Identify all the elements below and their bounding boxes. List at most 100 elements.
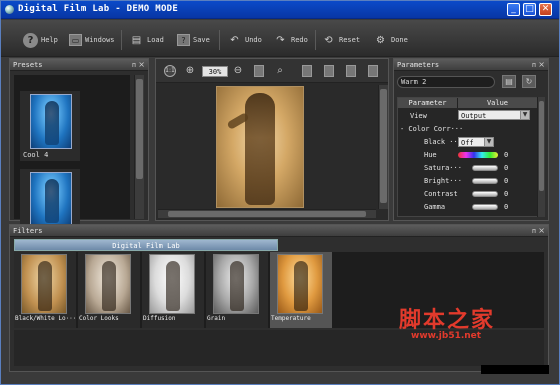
windows-button[interactable]: ▭ Windows: [69, 32, 115, 48]
undo-button[interactable]: ↶ Undo: [227, 32, 262, 48]
scrollbar-thumb[interactable]: [539, 101, 544, 191]
filter-category-tab[interactable]: Digital Film Lab: [14, 239, 278, 251]
filters-panel: Filters ᴨ × Digital Film Lab Black/White…: [9, 224, 549, 372]
save-label: Save: [193, 36, 210, 44]
param-label: View: [410, 112, 427, 120]
load-label: Load: [147, 36, 164, 44]
param-label: Satura···: [424, 164, 462, 172]
preset-name-field[interactable]: Warm 2: [397, 76, 495, 88]
zoom-level-field[interactable]: 30%: [202, 66, 228, 77]
gamma-slider[interactable]: [472, 204, 498, 210]
refresh-icon[interactable]: ↻: [522, 75, 536, 88]
parameters-scrollbar[interactable]: [537, 97, 545, 217]
param-row-brightness: Bright··· 0: [398, 175, 541, 187]
scrollbar-thumb[interactable]: [136, 79, 143, 179]
toolbar-divider: [315, 30, 316, 50]
contrast-slider[interactable]: [472, 191, 498, 197]
filter-item-selected[interactable]: Temperature: [270, 252, 332, 328]
preview-image[interactable]: [216, 86, 304, 208]
watermark-url: www.jb51.net: [411, 331, 482, 341]
filter-item[interactable]: Black/White Lo···: [14, 252, 76, 328]
param-value: 0: [504, 190, 509, 198]
presets-header: Presets ᴨ ×: [10, 59, 148, 71]
actual-size-button[interactable]: 1:1: [164, 65, 176, 77]
column-header-value: Value: [458, 98, 538, 108]
param-value: 0: [504, 164, 509, 172]
filter-thumbnail: [213, 254, 259, 314]
param-value: 0: [504, 177, 509, 185]
preset-item[interactable]: Cool 4: [20, 91, 80, 161]
close-panel-icon[interactable]: ×: [538, 59, 545, 71]
chevron-down-icon[interactable]: ▼: [520, 111, 529, 119]
filter-thumbnail: [277, 254, 323, 314]
black-select[interactable]: Off ▼: [458, 137, 494, 147]
save-icon: ?: [177, 34, 190, 46]
search-icon[interactable]: ⌕: [274, 65, 286, 77]
scrollbar-thumb[interactable]: [168, 211, 366, 217]
scrollbar-thumb[interactable]: [380, 89, 387, 203]
pin-icon[interactable]: ᴨ: [532, 59, 536, 71]
windows-icon: ▭: [69, 34, 82, 46]
view-select[interactable]: Output ▼: [458, 110, 530, 120]
param-label: Contrast: [424, 190, 458, 198]
presets-panel: Presets ᴨ × Cool 4: [9, 58, 149, 239]
brightness-slider[interactable]: [472, 178, 498, 184]
param-group-color-correction[interactable]: - Color Corr···: [398, 123, 541, 135]
redo-button[interactable]: ↷ Redo: [273, 32, 308, 48]
done-label: Done: [391, 36, 408, 44]
app-window: Digital Film Lab - DEMO MODE _ □ ✕ ? Hel…: [0, 0, 560, 385]
preview-horizontal-scrollbar[interactable]: [158, 209, 376, 218]
toolbar-divider: [219, 30, 220, 50]
filter-item[interactable]: Grain: [206, 252, 268, 328]
compare-view-icon[interactable]: [324, 65, 334, 77]
split-view-icon[interactable]: [302, 65, 312, 77]
presets-list: Cool 4: [14, 75, 130, 239]
filter-label: Black/White Lo···: [15, 315, 77, 322]
pin-icon[interactable]: ᴨ: [532, 225, 536, 237]
hue-slider[interactable]: [458, 152, 498, 158]
undo-icon: ↶: [230, 34, 239, 46]
preview-vertical-scrollbar[interactable]: [378, 85, 388, 209]
pin-icon[interactable]: ᴨ: [132, 59, 136, 71]
reset-label: Reset: [339, 36, 361, 44]
save-button[interactable]: ? Save: [177, 32, 210, 48]
reset-icon: ⟲: [324, 34, 333, 46]
help-label: Help: [41, 36, 58, 44]
param-row-hue: Hue 0: [398, 149, 541, 161]
redo-label: Redo: [291, 36, 308, 44]
filter-thumbnail: [149, 254, 195, 314]
fit-window-icon[interactable]: [254, 65, 264, 77]
parameters-panel: Parameters ᴨ × Warm 2 ▤ ↻ Parameter Valu…: [393, 58, 549, 221]
title-bar[interactable]: Digital Film Lab - DEMO MODE _ □ ✕: [1, 1, 559, 19]
minimize-button[interactable]: _: [507, 3, 520, 16]
filter-item[interactable]: Color Looks: [78, 252, 140, 328]
help-button[interactable]: ? Help: [23, 32, 58, 48]
done-button[interactable]: ⚙ Done: [373, 32, 408, 48]
windows-label: Windows: [85, 36, 115, 44]
before-view-icon[interactable]: [368, 65, 378, 77]
zoom-out-icon[interactable]: ⊖: [232, 65, 244, 77]
maximize-button[interactable]: □: [523, 3, 536, 16]
app-icon: [5, 5, 14, 14]
filter-thumbnail: [21, 254, 67, 314]
filter-item[interactable]: Diffusion: [142, 252, 204, 328]
single-view-icon[interactable]: [346, 65, 356, 77]
presets-scrollbar[interactable]: [134, 75, 144, 219]
saturation-slider[interactable]: [472, 165, 498, 171]
load-button[interactable]: ▤ Load: [129, 32, 164, 48]
close-panel-icon[interactable]: ×: [538, 225, 545, 237]
zoom-in-icon[interactable]: ⊕: [184, 65, 196, 77]
preview-panel: 1:1 ⊕ 30% ⊖ ⌕: [155, 58, 389, 221]
close-button[interactable]: ✕: [539, 3, 552, 16]
filter-label: Grain: [207, 315, 226, 322]
param-label: Gamma: [424, 203, 446, 211]
filter-thumbnail: [85, 254, 131, 314]
gear-icon: ⚙: [376, 34, 385, 46]
save-preset-icon[interactable]: ▤: [502, 75, 516, 88]
filter-label: Color Looks: [79, 315, 119, 322]
param-value: 0: [504, 203, 509, 211]
chevron-down-icon[interactable]: ▼: [484, 138, 493, 146]
param-row-gamma: Gamma 0: [398, 201, 541, 213]
close-panel-icon[interactable]: ×: [138, 59, 145, 71]
reset-button[interactable]: ⟲ Reset: [321, 32, 360, 48]
